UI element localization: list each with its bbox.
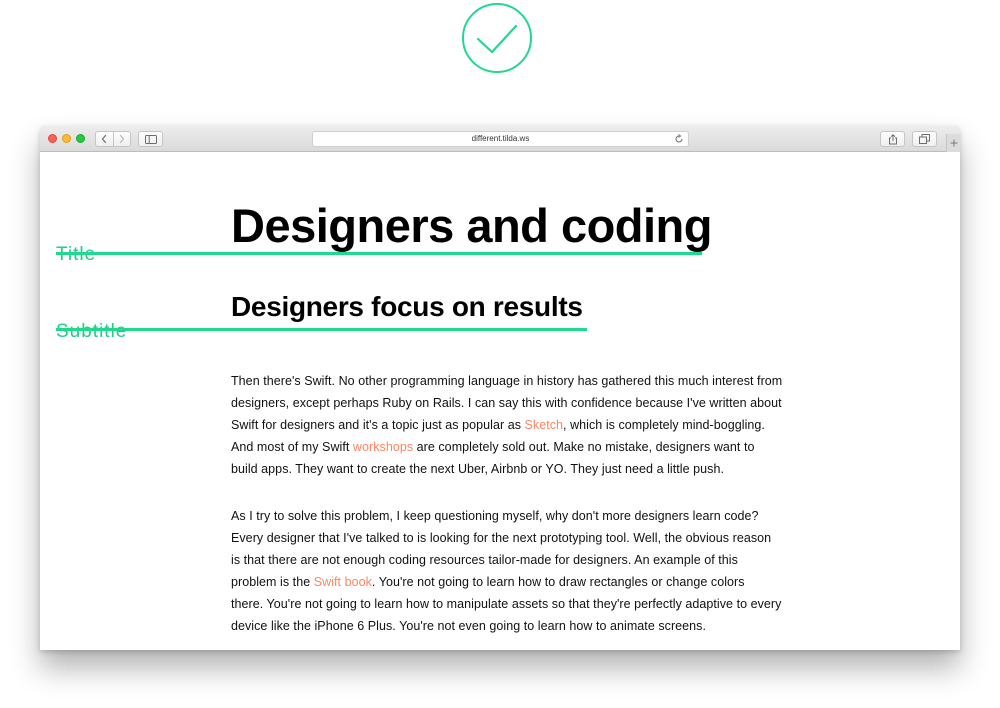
browser-toolbar: different.tilda.ws — [40, 126, 960, 152]
paragraph-1-line-4: And most of my Swift workshops are compl… — [231, 436, 776, 458]
title-underline — [56, 252, 702, 255]
paragraph-2-line-4-text: problem is the — [231, 575, 314, 589]
paragraph-2: As I try to solve this problem, I keep q… — [231, 505, 782, 637]
subtitle-underline — [56, 328, 587, 331]
paragraph-2-line-2: Every designer that I've talked to is lo… — [231, 531, 772, 545]
paragraph-1-line-3-rest: , which is completely mind-boggling. — [563, 418, 765, 432]
back-button[interactable] — [96, 132, 113, 146]
paragraph-1-line-4-text: And most of my Swift — [231, 440, 353, 454]
paragraph-1-line-3-text: Swift for designers and it's a topic jus… — [231, 418, 525, 432]
zoom-window-button[interactable] — [76, 134, 85, 143]
checkmark-circle-icon — [462, 3, 532, 73]
paragraph-1: Then there's Swift. No other programming… — [231, 370, 783, 480]
new-tab-button[interactable] — [946, 134, 960, 152]
paragraph-2-line-1: As I try to solve this problem, I keep q… — [231, 509, 759, 523]
paragraph-1-line-4-rest: are completely sold out. Make no mistake… — [413, 440, 755, 454]
paragraph-2-line-4-rest: . You're not going to learn how to draw … — [371, 575, 745, 589]
page-subtitle: Designers focus on results — [231, 291, 583, 322]
paragraph-2-line-5: there. You're not going to learn how to … — [231, 597, 782, 611]
share-button[interactable] — [880, 131, 905, 147]
reload-icon[interactable] — [674, 134, 684, 144]
show-tabs-button[interactable] — [912, 131, 937, 147]
sidebar-button[interactable] — [138, 131, 163, 147]
paragraph-1-line-3: Swift for designers and it's a topic jus… — [231, 414, 776, 436]
close-window-button[interactable] — [48, 134, 57, 143]
paragraph-1-line-1: Then there's Swift. No other programming… — [231, 374, 783, 388]
browser-window: different.tilda.ws Title Des — [40, 126, 960, 650]
minimize-window-button[interactable] — [62, 134, 71, 143]
paragraph-2-line-6: device like the iPhone 6 Plus. You're no… — [231, 619, 706, 633]
paragraph-2-line-3: is that there are not enough coding reso… — [231, 553, 738, 567]
sketch-link[interactable]: Sketch — [525, 418, 564, 432]
tabs-icon — [919, 134, 930, 144]
web-page: Title Designers and coding Subtitle Desi… — [40, 152, 960, 650]
share-icon — [888, 133, 897, 144]
chevron-right-icon — [119, 134, 124, 144]
title-label: Title — [56, 244, 96, 266]
navigation-buttons — [95, 131, 131, 147]
paragraph-1-line-5: build apps. They want to create the next… — [231, 462, 724, 476]
workshops-link[interactable]: workshops — [353, 440, 413, 454]
plus-icon — [950, 139, 957, 147]
sidebar-icon — [144, 134, 157, 144]
url-text: different.tilda.ws — [471, 134, 530, 143]
page-title: Designers and coding — [231, 199, 712, 252]
address-bar[interactable]: different.tilda.ws — [312, 131, 689, 147]
subtitle-label: Subtitle — [56, 321, 128, 342]
forward-button[interactable] — [112, 132, 131, 146]
chevron-left-icon — [102, 134, 107, 144]
paragraph-1-line-2: designers, except perhaps Ruby on Rails.… — [231, 396, 782, 410]
swift-book-link[interactable]: Swift book — [314, 575, 372, 589]
paragraph-2-line-4: problem is the Swift book. You're not go… — [231, 571, 776, 593]
